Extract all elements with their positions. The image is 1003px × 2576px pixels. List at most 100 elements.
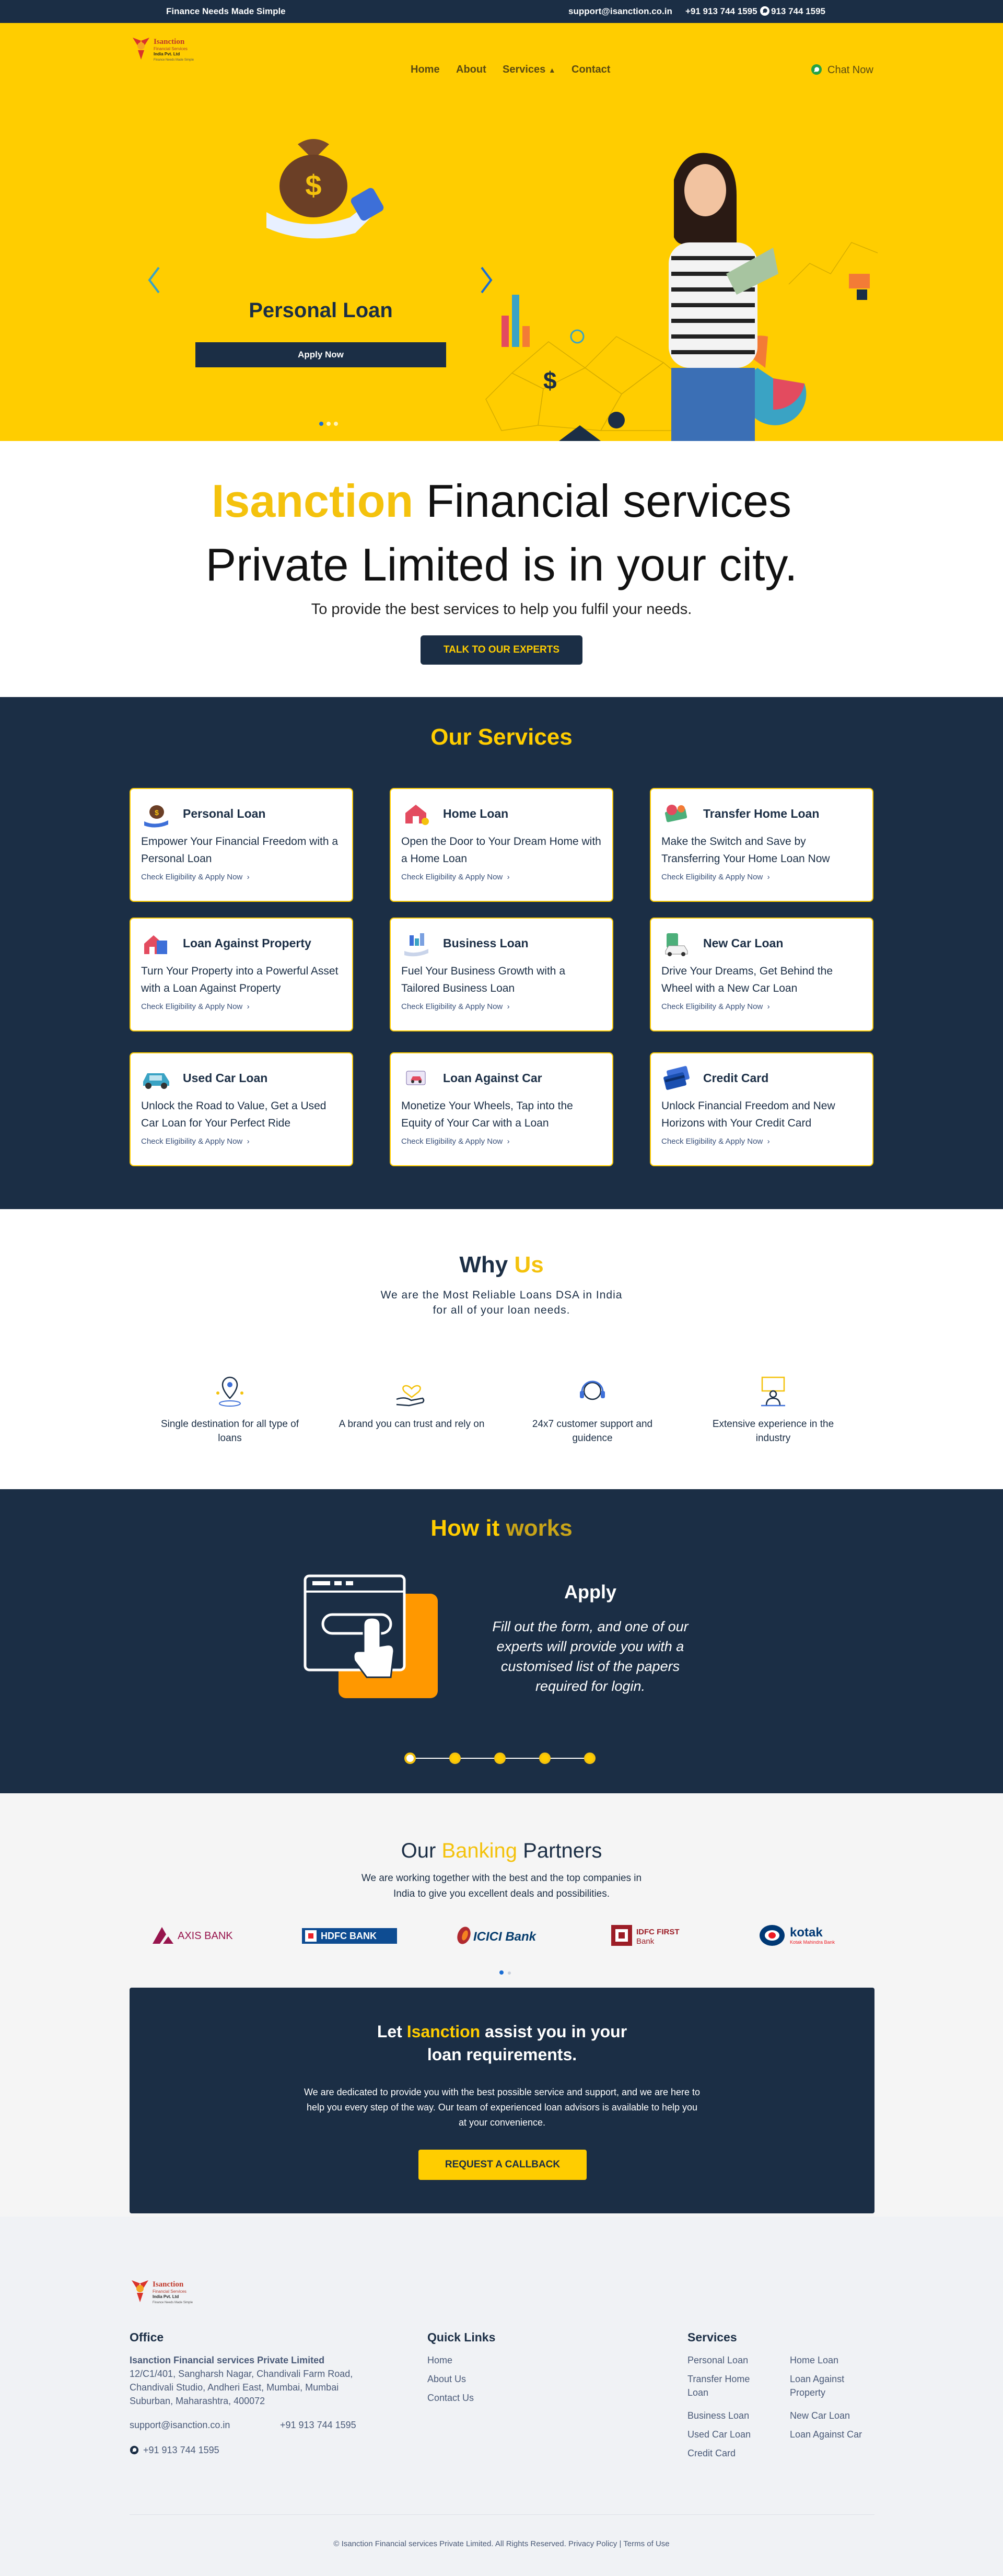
service-card-loan-against-car[interactable]: Loan Against Car Monetize Your Wheels, T… (390, 1052, 613, 1166)
nav-about[interactable]: About (456, 64, 486, 76)
check-eligibility-link[interactable]: Check Eligibility & Apply Now › (141, 1137, 250, 1146)
service-card-personal-loan[interactable]: $ Personal Loan Empower Your Financial F… (130, 788, 353, 902)
footer-service-new-car-loan[interactable]: New Car Loan (790, 2409, 873, 2422)
topbar-phone-link[interactable]: +91 913 744 1595 (685, 6, 757, 17)
intro-heading-rest: Financial services (426, 475, 792, 527)
check-eligibility-link[interactable]: Check Eligibility & Apply Now › (401, 873, 510, 881)
talk-to-experts-button[interactable]: TALK TO OUR EXPERTS (421, 635, 582, 665)
slider-prev-arrow[interactable] (146, 264, 162, 296)
chevron-right-icon: › (507, 1137, 510, 1146)
check-eligibility-link[interactable]: Check Eligibility & Apply Now › (661, 1137, 770, 1146)
topbar-email-link[interactable]: support@isanction.co.in (568, 6, 672, 17)
step-dot-4[interactable] (539, 1753, 551, 1764)
property-icon (144, 935, 167, 954)
service-card-business-loan[interactable]: Business Loan Fuel Your Business Growth … (390, 918, 613, 1031)
feature-support: 24x7 customer support and guidence (514, 1373, 671, 1445)
footer-phone-link[interactable]: +91 913 744 1595 (280, 2418, 356, 2432)
location-pin-icon (216, 1376, 243, 1407)
services-section: Our Services $ Personal Loan Empower You… (0, 697, 1003, 1209)
presenter-icon (761, 1376, 785, 1407)
footer-service-personal-loan[interactable]: Personal Loan (687, 2353, 766, 2367)
chevron-right-icon: › (247, 1002, 250, 1011)
check-eligibility-link[interactable]: Check Eligibility & Apply Now › (141, 873, 250, 881)
how-step-content: Apply Fill out the form, and one of our … (481, 1581, 700, 1696)
check-eligibility-link[interactable]: Check Eligibility & Apply Now › (661, 873, 770, 881)
service-desc: Make the Switch and Save by Transferring… (661, 836, 830, 865)
partners-dot-2[interactable] (508, 1971, 511, 1975)
svg-text:$: $ (543, 367, 557, 394)
service-card-transfer-home-loan[interactable]: Transfer Home Loan Make the Switch and S… (650, 788, 873, 902)
chevron-right-icon: › (767, 1002, 770, 1011)
partners-title: Our Banking Partners (401, 1839, 602, 1862)
chat-now-button[interactable]: Chat Now (811, 64, 873, 76)
service-title: Used Car Loan (183, 1071, 268, 1085)
svg-text:HDFC BANK: HDFC BANK (321, 1931, 377, 1941)
footer-service-credit-card[interactable]: Credit Card (687, 2446, 766, 2460)
footer-quick-links-title: Quick Links (427, 2330, 496, 2344)
footer-service-used-car-loan[interactable]: Used Car Loan (687, 2428, 766, 2441)
step-dot-5[interactable] (584, 1753, 596, 1764)
request-callback-button[interactable]: REQUEST A CALLBACK (418, 2150, 587, 2180)
privacy-policy-link[interactable]: Privacy Policy (568, 2539, 617, 2548)
check-eligibility-link[interactable]: Check Eligibility & Apply Now › (141, 1002, 250, 1011)
check-eligibility-link[interactable]: Check Eligibility & Apply Now › (401, 1002, 510, 1011)
chevron-up-icon: ▲ (548, 66, 556, 74)
nav-services[interactable]: Services ▲ (503, 64, 556, 76)
business-hand-icon (404, 933, 428, 957)
footer-service-transfer-home-loan[interactable]: Transfer Home Loan (687, 2372, 766, 2399)
service-card-new-car-loan[interactable]: New Car Loan Drive Your Dreams, Get Behi… (650, 918, 873, 1031)
footer-service-business-loan[interactable]: Business Loan (687, 2409, 766, 2422)
footer-copyright: © Isanction Financial services Private L… (333, 2539, 670, 2548)
why-us-subtitle: We are the Most Reliable Loans DSA in In… (380, 1289, 623, 1316)
intro-section: Isanction Financial services Private Lim… (0, 441, 1003, 697)
slider-dot-2[interactable] (326, 422, 331, 426)
step-dot-2[interactable] (449, 1753, 461, 1764)
step-dot-3[interactable] (494, 1753, 506, 1764)
footer-link-contact[interactable]: Contact Us (427, 2391, 474, 2405)
check-eligibility-link[interactable]: Check Eligibility & Apply Now › (401, 1137, 510, 1146)
footer-email-link[interactable]: support@isanction.co.in (130, 2418, 230, 2432)
intro-brand: Isanction (211, 475, 414, 527)
footer-logo[interactable]: Isanction Financial Services India Pvt. … (130, 2277, 213, 2307)
footer-service-loan-against-car[interactable]: Loan Against Car (790, 2428, 873, 2441)
chevron-right-icon: › (507, 873, 510, 881)
apply-now-button[interactable]: Apply Now (195, 342, 446, 367)
how-step-title: Apply (564, 1581, 616, 1603)
footer-service-home-loan[interactable]: Home Loan (790, 2353, 873, 2367)
nav-home[interactable]: Home (411, 64, 440, 76)
hdfc-bank-logo: HDFC BANK (302, 1928, 397, 1944)
slider-dot-3[interactable] (334, 422, 338, 426)
footer-service-loan-against-property[interactable]: Loan Against Property (790, 2372, 873, 2399)
service-card-credit-card[interactable]: Credit Card Unlock Financial Freedom and… (650, 1052, 873, 1166)
credit-card-icon (663, 1066, 690, 1090)
svg-text:Finance Needs Made Simple: Finance Needs Made Simple (154, 59, 194, 62)
svg-text:Financial Services: Financial Services (153, 2289, 186, 2294)
why-us-section: Why Us We are the Most Reliable Loans DS… (0, 1209, 1003, 1489)
house-key-icon (405, 805, 429, 825)
topbar-tagline: Finance Needs Made Simple (166, 6, 286, 16)
footer-company: Isanction Financial services Private Lim… (130, 2355, 325, 2365)
slider-dot-1[interactable] (319, 422, 323, 426)
footer-link-about[interactable]: About Us (427, 2372, 466, 2386)
why-us-title: Why Us (459, 1252, 544, 1278)
svg-text:Financial Services: Financial Services (154, 47, 188, 51)
terms-of-use-link[interactable]: Terms of Use (623, 2539, 669, 2548)
step-dot-1[interactable] (404, 1753, 416, 1764)
nav-contact[interactable]: Contact (572, 64, 610, 76)
service-card-home-loan[interactable]: Home Loan Open the Door to Your Dream Ho… (390, 788, 613, 902)
service-card-loan-against-property[interactable]: Loan Against Property Turn Your Property… (130, 918, 353, 1031)
hero-slider: Isanction Financial Services India Pvt. … (0, 23, 1003, 441)
topbar-whatsapp-link[interactable]: 913 744 1595 (771, 6, 825, 17)
footer-office-title: Office (130, 2330, 164, 2344)
service-card-used-car-loan[interactable]: Used Car Loan Unlock the Road to Value, … (130, 1052, 353, 1166)
footer-whatsapp-link[interactable]: +91 913 744 1595 (130, 2443, 219, 2457)
check-eligibility-link[interactable]: Check Eligibility & Apply Now › (661, 1002, 770, 1011)
how-it-works-section: How it works Apply Fill out the form, an… (0, 1489, 1003, 1793)
partners-dot-1[interactable] (499, 1970, 504, 1975)
svg-text:India Pvt. Ltd: India Pvt. Ltd (154, 52, 180, 56)
svg-text:kotak: kotak (790, 1925, 823, 1940)
footer-link-home[interactable]: Home (427, 2353, 452, 2367)
service-desc: Drive Your Dreams, Get Behind the Wheel … (661, 965, 833, 994)
how-steps-indicator (404, 1750, 596, 1766)
site-logo[interactable]: Isanction Financial Services India Pvt. … (131, 34, 214, 65)
